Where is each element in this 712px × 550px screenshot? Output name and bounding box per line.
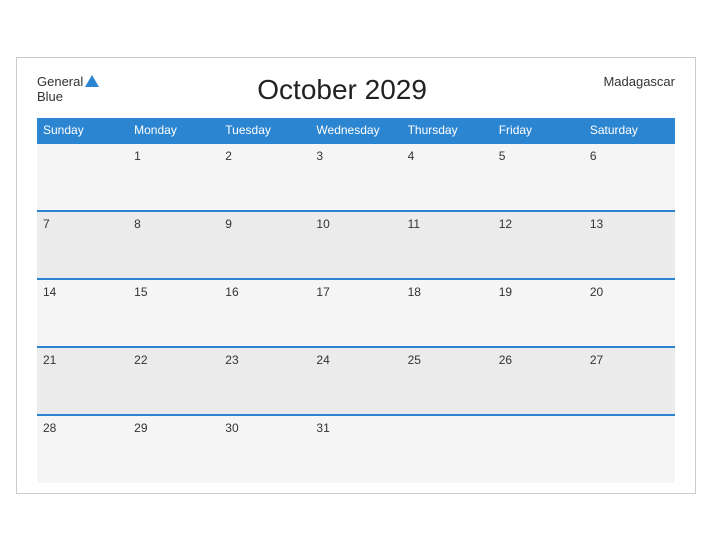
logo-general-text: General [37, 74, 83, 90]
calendar-table: SundayMondayTuesdayWednesdayThursdayFrid… [37, 118, 675, 483]
calendar-day-cell: 28 [37, 415, 128, 483]
weekday-header: Tuesday [219, 118, 310, 143]
calendar-day-cell: 15 [128, 279, 219, 347]
logo-triangle-icon [85, 75, 99, 87]
weekday-header: Thursday [402, 118, 493, 143]
calendar-day-cell: 23 [219, 347, 310, 415]
calendar-day-cell: 27 [584, 347, 675, 415]
calendar-day-cell: 31 [310, 415, 401, 483]
calendar-day-cell: 25 [402, 347, 493, 415]
calendar-day-cell [402, 415, 493, 483]
calendar-body: 1234567891011121314151617181920212223242… [37, 143, 675, 483]
calendar-day-cell: 19 [493, 279, 584, 347]
calendar-header: General Blue October 2029 Madagascar [37, 74, 675, 106]
calendar-container: General Blue October 2029 Madagascar Sun… [16, 57, 696, 494]
logo: General Blue [37, 74, 99, 105]
calendar-day-cell: 26 [493, 347, 584, 415]
weekday-header: Wednesday [310, 118, 401, 143]
weekday-header-row: SundayMondayTuesdayWednesdayThursdayFrid… [37, 118, 675, 143]
calendar-day-cell [584, 415, 675, 483]
calendar-day-cell: 14 [37, 279, 128, 347]
calendar-day-cell: 10 [310, 211, 401, 279]
calendar-day-cell: 12 [493, 211, 584, 279]
calendar-day-cell [493, 415, 584, 483]
calendar-day-cell: 1 [128, 143, 219, 211]
calendar-day-cell: 20 [584, 279, 675, 347]
calendar-day-cell: 11 [402, 211, 493, 279]
calendar-day-cell [37, 143, 128, 211]
calendar-week-row: 78910111213 [37, 211, 675, 279]
calendar-day-cell: 9 [219, 211, 310, 279]
calendar-week-row: 21222324252627 [37, 347, 675, 415]
calendar-day-cell: 22 [128, 347, 219, 415]
calendar-day-cell: 17 [310, 279, 401, 347]
calendar-day-cell: 2 [219, 143, 310, 211]
calendar-day-cell: 8 [128, 211, 219, 279]
weekday-header: Sunday [37, 118, 128, 143]
calendar-day-cell: 21 [37, 347, 128, 415]
calendar-week-row: 123456 [37, 143, 675, 211]
country-label: Madagascar [585, 74, 675, 89]
weekday-header: Friday [493, 118, 584, 143]
calendar-week-row: 28293031 [37, 415, 675, 483]
calendar-week-row: 14151617181920 [37, 279, 675, 347]
calendar-day-cell: 7 [37, 211, 128, 279]
calendar-day-cell: 6 [584, 143, 675, 211]
calendar-day-cell: 13 [584, 211, 675, 279]
calendar-day-cell: 4 [402, 143, 493, 211]
calendar-day-cell: 24 [310, 347, 401, 415]
calendar-day-cell: 3 [310, 143, 401, 211]
calendar-day-cell: 5 [493, 143, 584, 211]
calendar-day-cell: 16 [219, 279, 310, 347]
calendar-day-cell: 30 [219, 415, 310, 483]
calendar-day-cell: 18 [402, 279, 493, 347]
weekday-header: Monday [128, 118, 219, 143]
calendar-day-cell: 29 [128, 415, 219, 483]
weekday-header: Saturday [584, 118, 675, 143]
logo-blue-text: Blue [37, 89, 63, 105]
month-title: October 2029 [99, 74, 585, 106]
